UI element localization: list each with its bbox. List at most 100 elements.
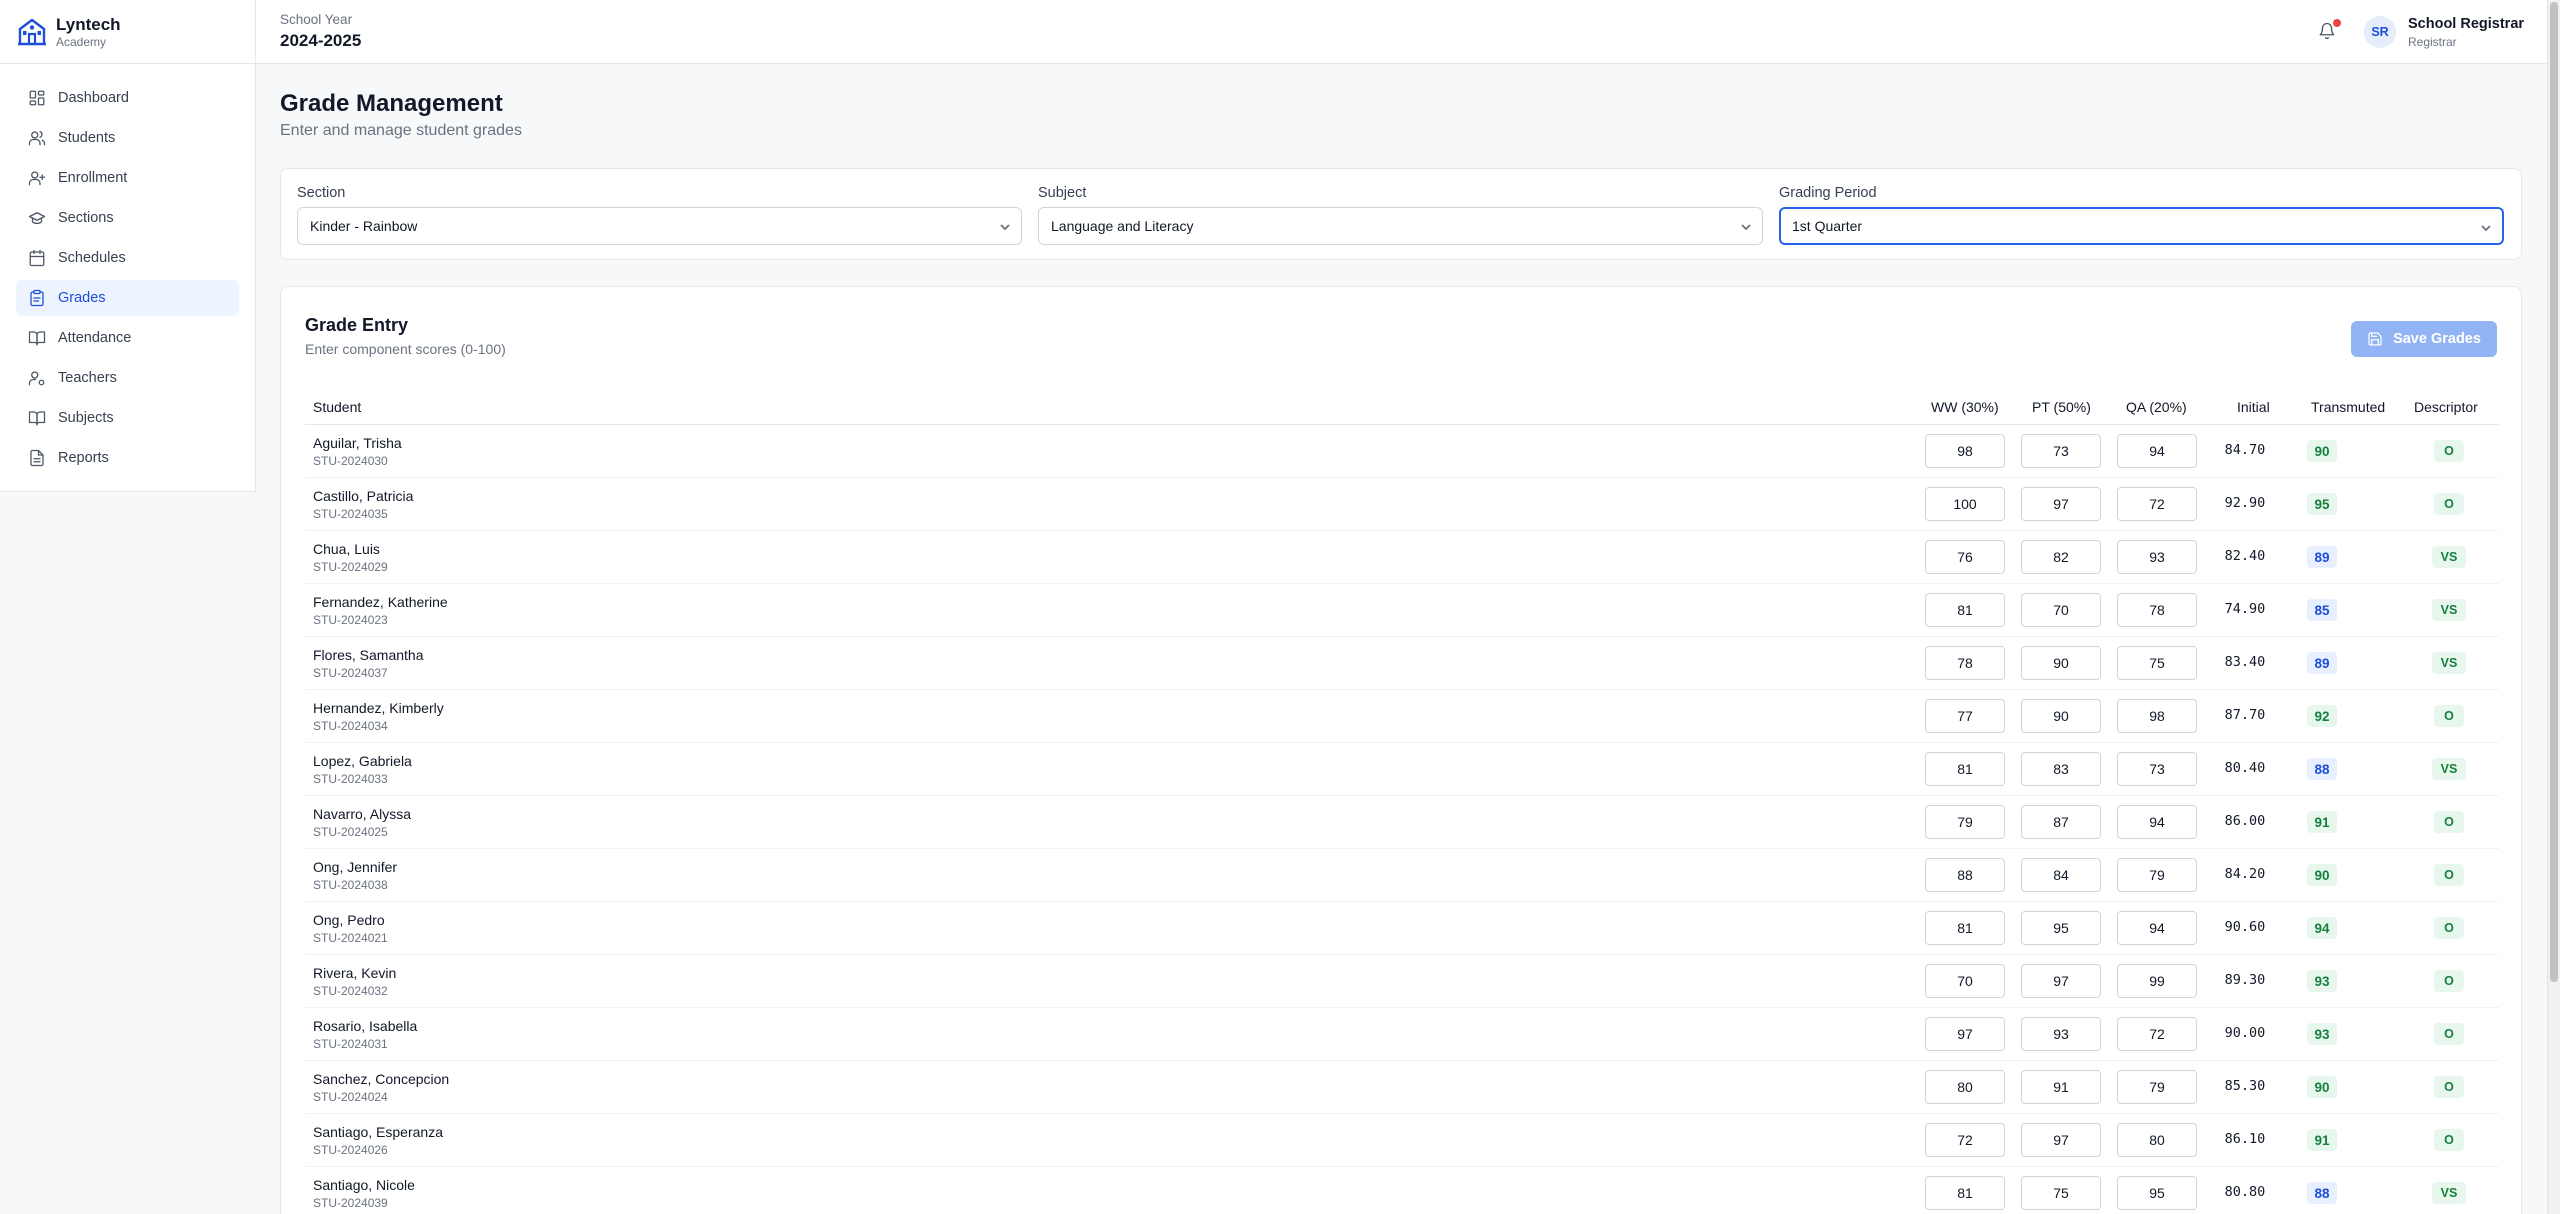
sidebar-item-reports[interactable]: Reports [16,440,239,476]
pt-score-input[interactable]: 87 [2021,805,2101,839]
brand[interactable]: Lyntech Academy [0,0,255,64]
ww-score-input[interactable]: 88 [1925,858,2005,892]
student-name: Navarro, Alyssa [313,806,412,822]
pt-score-input[interactable]: 97 [2021,487,2101,521]
page-subtitle: Enter and manage student grades [280,122,522,139]
sidebar-item-sections[interactable]: Sections [16,200,239,236]
scrollbar-thumb[interactable] [2550,2,2558,982]
table-row: Ong, Pedro STU-2024021 81 95 94 90.60 94 O [305,902,2499,955]
qa-score-input[interactable]: 79 [2117,1070,2197,1104]
table-row: Castillo, Patricia STU-2024035 100 97 72 92.9… [305,478,2499,531]
ww-score-input[interactable]: 72 [1925,1123,2005,1157]
qa-score-input[interactable]: 79 [2117,858,2197,892]
qa-score-input[interactable]: 99 [2117,964,2197,998]
qa-score-input[interactable]: 80 [2117,1123,2197,1157]
initial-grade: 90.00 [2224,1025,2266,1041]
qa-score-input[interactable]: 98 [2117,699,2197,733]
sidebar-item-label: Enrollment [58,170,128,186]
table-row: Santiago, Esperanza STU-2024026 72 97 80 86.1… [305,1114,2499,1167]
page-scrollbar[interactable] [2547,0,2560,1214]
ww-score-input[interactable]: 80 [1925,1070,2005,1104]
column-header-ww: WW (30%) [1931,399,1999,415]
student-name: Fernandez, Katherine [313,594,448,610]
sidebar-item-enrollment[interactable]: Enrollment [16,160,239,196]
initial-grade: 89.30 [2224,972,2266,988]
table-row: Chua, Luis STU-2024029 76 82 93 82.40 89 VS [305,531,2499,584]
pt-score-input[interactable]: 95 [2021,911,2101,945]
ww-score-input[interactable]: 81 [1925,752,2005,786]
subject-select[interactable]: Language and Literacy [1038,207,1763,245]
sidebar-item-label: Sections [58,210,114,226]
qa-score-input[interactable]: 78 [2117,593,2197,627]
user-name[interactable]: School Registrar [2408,16,2524,32]
student-name: Sanchez, Concepcion [313,1071,450,1087]
transmuted-grade-badge: 90 [2307,440,2337,462]
sidebar-item-attendance[interactable]: Attendance [16,320,239,356]
student-id: STU-2024021 [313,931,388,945]
ww-score-input[interactable]: 78 [1925,646,2005,680]
sidebar-item-label: Reports [58,450,109,466]
qa-score-input[interactable]: 72 [2117,1017,2197,1051]
table-row: Flores, Samantha STU-2024037 78 90 75 83.40 89… [305,637,2499,690]
grades-table-body: Aguilar, Trisha STU-2024030 98 73 94 84.70 90 O… [305,425,2499,1214]
pt-score-input[interactable]: 83 [2021,752,2101,786]
user-plus-icon [28,171,46,186]
ww-score-input[interactable]: 98 [1925,434,2005,468]
table-row: Lopez, Gabriela STU-2024033 81 83 73 80.40 88 V… [305,743,2499,796]
pt-score-input[interactable]: 82 [2021,540,2101,574]
sidebar-item-schedules[interactable]: Schedules [16,240,239,276]
sidebar-item-students[interactable]: Students [16,120,239,156]
qa-score-input[interactable]: 93 [2117,540,2197,574]
ww-score-input[interactable]: 81 [1925,911,2005,945]
save-grades-button[interactable]: Save Grades [2351,321,2497,357]
student-name: Rivera, Kevin [313,965,397,981]
chevron-down-icon [2481,225,2491,232]
ww-score-input[interactable]: 97 [1925,1017,2005,1051]
section-select[interactable]: Kinder - Rainbow [297,207,1022,245]
transmuted-grade-badge: 91 [2307,811,2337,833]
qa-score-input[interactable]: 94 [2117,911,2197,945]
qa-score-input[interactable]: 94 [2117,805,2197,839]
table-row: Navarro, Alyssa STU-2024025 79 87 94 86.00 91 O [305,796,2499,849]
sidebar-item-teachers[interactable]: Teachers [16,360,239,396]
initial-grade: 90.60 [2224,919,2266,935]
notifications-button[interactable] [2318,19,2341,42]
sidebar-item-dashboard[interactable]: Dashboard [16,80,239,116]
pt-score-input[interactable]: 93 [2021,1017,2101,1051]
ww-score-input[interactable]: 81 [1925,593,2005,627]
ww-score-input[interactable]: 100 [1925,487,2005,521]
qa-score-input[interactable]: 94 [2117,434,2197,468]
qa-score-input[interactable]: 95 [2117,1176,2197,1210]
notification-dot [2333,19,2341,27]
pt-score-input[interactable]: 97 [2021,964,2101,998]
ww-score-input[interactable]: 77 [1925,699,2005,733]
ww-score-input[interactable]: 76 [1925,540,2005,574]
pt-score-input[interactable]: 91 [2021,1070,2101,1104]
ww-score-input[interactable]: 79 [1925,805,2005,839]
transmuted-grade-badge: 94 [2307,917,2337,939]
student-name: Rosario, Isabella [313,1018,418,1034]
sidebar-item-grades[interactable]: Grades [16,280,239,316]
ww-score-input[interactable]: 81 [1925,1176,2005,1210]
qa-score-input[interactable]: 75 [2117,646,2197,680]
pt-score-input[interactable]: 75 [2021,1176,2101,1210]
sidebar-item-label: Grades [58,290,106,306]
pt-score-input[interactable]: 73 [2021,434,2101,468]
student-id: STU-2024023 [313,613,388,627]
pt-score-input[interactable]: 90 [2021,699,2101,733]
pt-score-input[interactable]: 97 [2021,1123,2101,1157]
pt-score-input[interactable]: 84 [2021,858,2101,892]
table-row: Sanchez, Concepcion STU-2024024 80 91 79 85.3… [305,1061,2499,1114]
save-grades-label: Save Grades [2393,331,2481,347]
pt-score-input[interactable]: 90 [2021,646,2101,680]
ww-score-input[interactable]: 70 [1925,964,2005,998]
qa-score-input[interactable]: 72 [2117,487,2197,521]
pt-score-input[interactable]: 70 [2021,593,2101,627]
student-id: STU-2024025 [313,825,388,839]
grading-period-select[interactable]: 1st Quarter [1779,207,2504,245]
qa-score-input[interactable]: 73 [2117,752,2197,786]
avatar[interactable]: SR [2364,16,2396,48]
initial-grade: 84.20 [2224,866,2266,882]
table-row: Ong, Jennifer STU-2024038 88 84 79 84.20 90 O [305,849,2499,902]
sidebar-item-subjects[interactable]: Subjects [16,400,239,436]
